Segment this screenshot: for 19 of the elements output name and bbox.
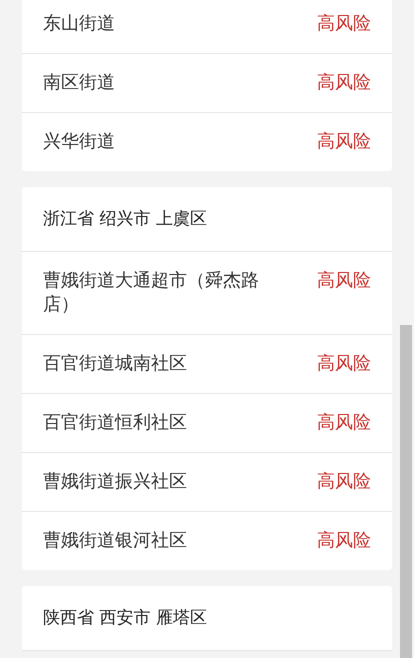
risk-level: 高风险 bbox=[317, 130, 371, 154]
area-heading: 浙江省 绍兴市 上虞区 bbox=[22, 187, 392, 252]
street-name: 东山街道 bbox=[43, 12, 115, 36]
risk-level: 高风险 bbox=[317, 529, 371, 553]
area-heading: 陕西省 西安市 雁塔区 bbox=[22, 586, 392, 651]
street-name: 百官街道恒利社区 bbox=[43, 411, 187, 435]
risk-level: 高风险 bbox=[317, 269, 371, 293]
street-name: 南区街道 bbox=[43, 71, 115, 95]
risk-level: 高风险 bbox=[317, 71, 371, 95]
risk-level: 高风险 bbox=[317, 470, 371, 494]
street-name: 百官街道城南社区 bbox=[43, 352, 187, 376]
risk-level: 高风险 bbox=[317, 12, 371, 36]
risk-level: 高风险 bbox=[317, 411, 371, 435]
scrollbar[interactable] bbox=[400, 325, 412, 658]
street-name: 曹娥街道银河社区 bbox=[43, 529, 187, 553]
street-name: 曹娥街道大通超市（舜杰路店） bbox=[43, 269, 260, 317]
risk-level: 高风险 bbox=[317, 352, 371, 376]
street-name: 曹娥街道振兴社区 bbox=[43, 470, 187, 494]
street-name: 兴华街道 bbox=[43, 130, 115, 154]
